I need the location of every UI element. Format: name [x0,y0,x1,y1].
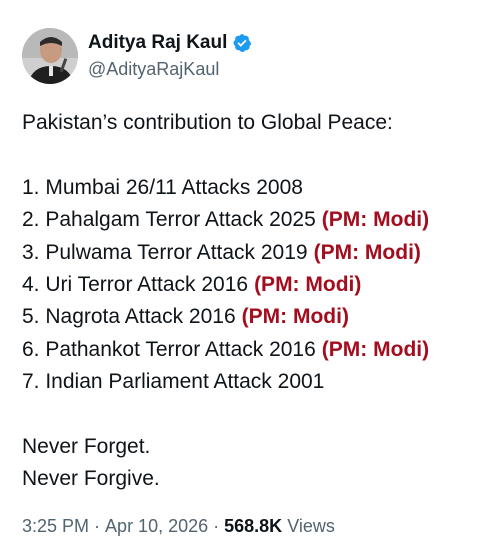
list-item-text: 7. Indian Parliament Attack 2001 [22,370,325,394]
avatar[interactable] [22,28,78,84]
list-item-text: 1. Mumbai 26/11 Attacks 2008 [22,175,303,199]
list-item: 1. Mumbai 26/11 Attacks 2008 [22,172,492,204]
avatar-image [22,28,78,84]
list-item-text: 5. Nagrota Attack 2016 [22,305,236,329]
pm-tag: (PM: Modi) [321,337,430,361]
tweet-text: Pakistan’s contribution to Global Peace:… [22,107,492,496]
display-name[interactable]: Aditya Raj Kaul [88,31,227,55]
tweet-header: Aditya Raj Kaul @AdityaRajKaul [22,28,252,84]
list-item: 3. Pulwama Terror Attack 2019 (PM: Modi) [22,237,492,269]
pm-tag: (PM: Modi) [241,305,349,329]
list-item: 5. Nagrota Attack 2016 (PM: Modi) [22,301,492,333]
closing-line: Never Forgive. [22,467,160,491]
tweet-time[interactable]: 3:25 PM [22,516,89,536]
list-item: 2. Pahalgam Terror Attack 2025 (PM: Modi) [22,204,492,236]
views-label: Views [287,516,335,536]
verified-badge-icon[interactable] [232,33,252,53]
list-item-text: 3. Pulwama Terror Attack 2019 [22,240,308,264]
views-count[interactable]: 568.8K [224,516,282,536]
pm-tag: (PM: Modi) [313,240,421,264]
closing-line: Never Forget. [22,434,151,458]
list-item: 6. Pathankot Terror Attack 2016 (PM: Modi… [22,334,492,366]
separator: · [94,516,101,536]
list-item: 7. Indian Parliament Attack 2001 [22,366,492,398]
pm-tag: (PM: Modi) [254,272,362,296]
handle[interactable]: @AdityaRajKaul [88,57,252,81]
list-item-text: 6. Pathankot Terror Attack 2016 [22,337,316,361]
tweet: Aditya Raj Kaul @AdityaRajKaul Pakistan’… [0,0,499,547]
tweet-date[interactable]: Apr 10, 2026 [105,516,208,536]
tweet-meta: 3:25 PM · Apr 10, 2026 · 568.8K Views [22,514,335,538]
list-item: 4. Uri Terror Attack 2016 (PM: Modi) [22,269,492,301]
name-row: Aditya Raj Kaul [88,31,252,55]
separator: · [213,516,220,536]
list-item-text: 4. Uri Terror Attack 2016 [22,272,249,296]
pm-tag: (PM: Modi) [321,208,430,232]
tweet-intro: Pakistan’s contribution to Global Peace: [22,111,393,134]
author-info: Aditya Raj Kaul @AdityaRajKaul [88,31,252,81]
list-item-text: 2. Pahalgam Terror Attack 2025 [22,208,316,232]
